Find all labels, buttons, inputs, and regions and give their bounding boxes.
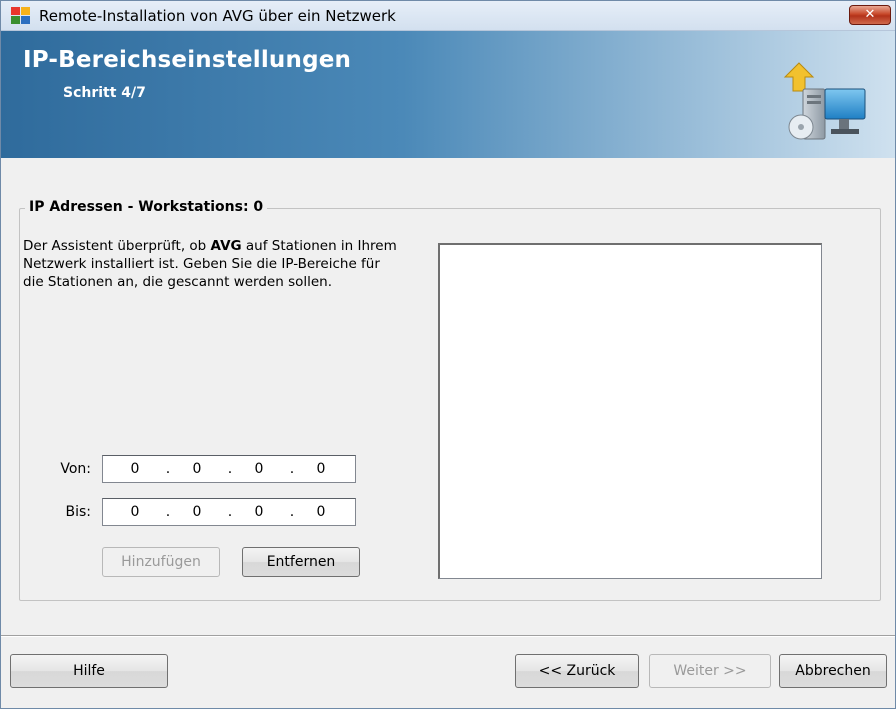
from-octet-4[interactable]: 0 <box>309 461 333 477</box>
octet-separator: . <box>165 504 171 520</box>
description-text: Der Assistent überprüft, ob AVG auf Stat… <box>23 238 397 290</box>
avg-product-name: AVG <box>210 238 242 254</box>
octet-separator: . <box>227 504 233 520</box>
octet-separator: . <box>289 461 295 477</box>
remove-range-button[interactable]: Entfernen <box>242 547 360 577</box>
to-octet-1[interactable]: 0 <box>123 504 147 520</box>
to-octet-2[interactable]: 0 <box>185 504 209 520</box>
to-label: Bis: <box>65 504 91 520</box>
network-install-icon <box>783 62 866 140</box>
group-legend: IP Adressen - Workstations: 0 <box>25 199 268 215</box>
back-button[interactable]: << Zurück <box>515 654 639 688</box>
installer-window: Remote-Installation von AVG über ein Net… <box>0 0 896 709</box>
from-ip-field[interactable]: 0 . 0 . 0 . 0 <box>102 455 356 483</box>
help-button[interactable]: Hilfe <box>10 654 168 688</box>
avg-app-icon <box>11 7 31 25</box>
footer-separator <box>1 635 895 637</box>
octet-separator: . <box>289 504 295 520</box>
octet-separator: . <box>165 461 171 477</box>
window-title: Remote-Installation von AVG über ein Net… <box>39 7 396 25</box>
from-octet-3[interactable]: 0 <box>247 461 271 477</box>
next-button[interactable]: Weiter >> <box>649 654 771 688</box>
to-octet-3[interactable]: 0 <box>247 504 271 520</box>
cancel-button[interactable]: Abbrechen <box>779 654 887 688</box>
wizard-header: IP-Bereichseinstellungen Schritt 4/7 <box>1 31 895 158</box>
from-octet-2[interactable]: 0 <box>185 461 209 477</box>
ip-range-list[interactable] <box>438 243 822 579</box>
from-octet-1[interactable]: 0 <box>123 461 147 477</box>
step-indicator: Schritt 4/7 <box>63 85 146 101</box>
page-title: IP-Bereichseinstellungen <box>23 47 352 73</box>
close-icon: ✕ <box>864 7 876 22</box>
title-bar[interactable]: Remote-Installation von AVG über ein Net… <box>1 1 895 31</box>
from-label: Von: <box>60 461 91 477</box>
add-range-button[interactable]: Hinzufügen <box>102 547 220 577</box>
octet-separator: . <box>227 461 233 477</box>
close-button[interactable]: ✕ <box>849 5 891 25</box>
to-ip-field[interactable]: 0 . 0 . 0 . 0 <box>102 498 356 526</box>
to-octet-4[interactable]: 0 <box>309 504 333 520</box>
